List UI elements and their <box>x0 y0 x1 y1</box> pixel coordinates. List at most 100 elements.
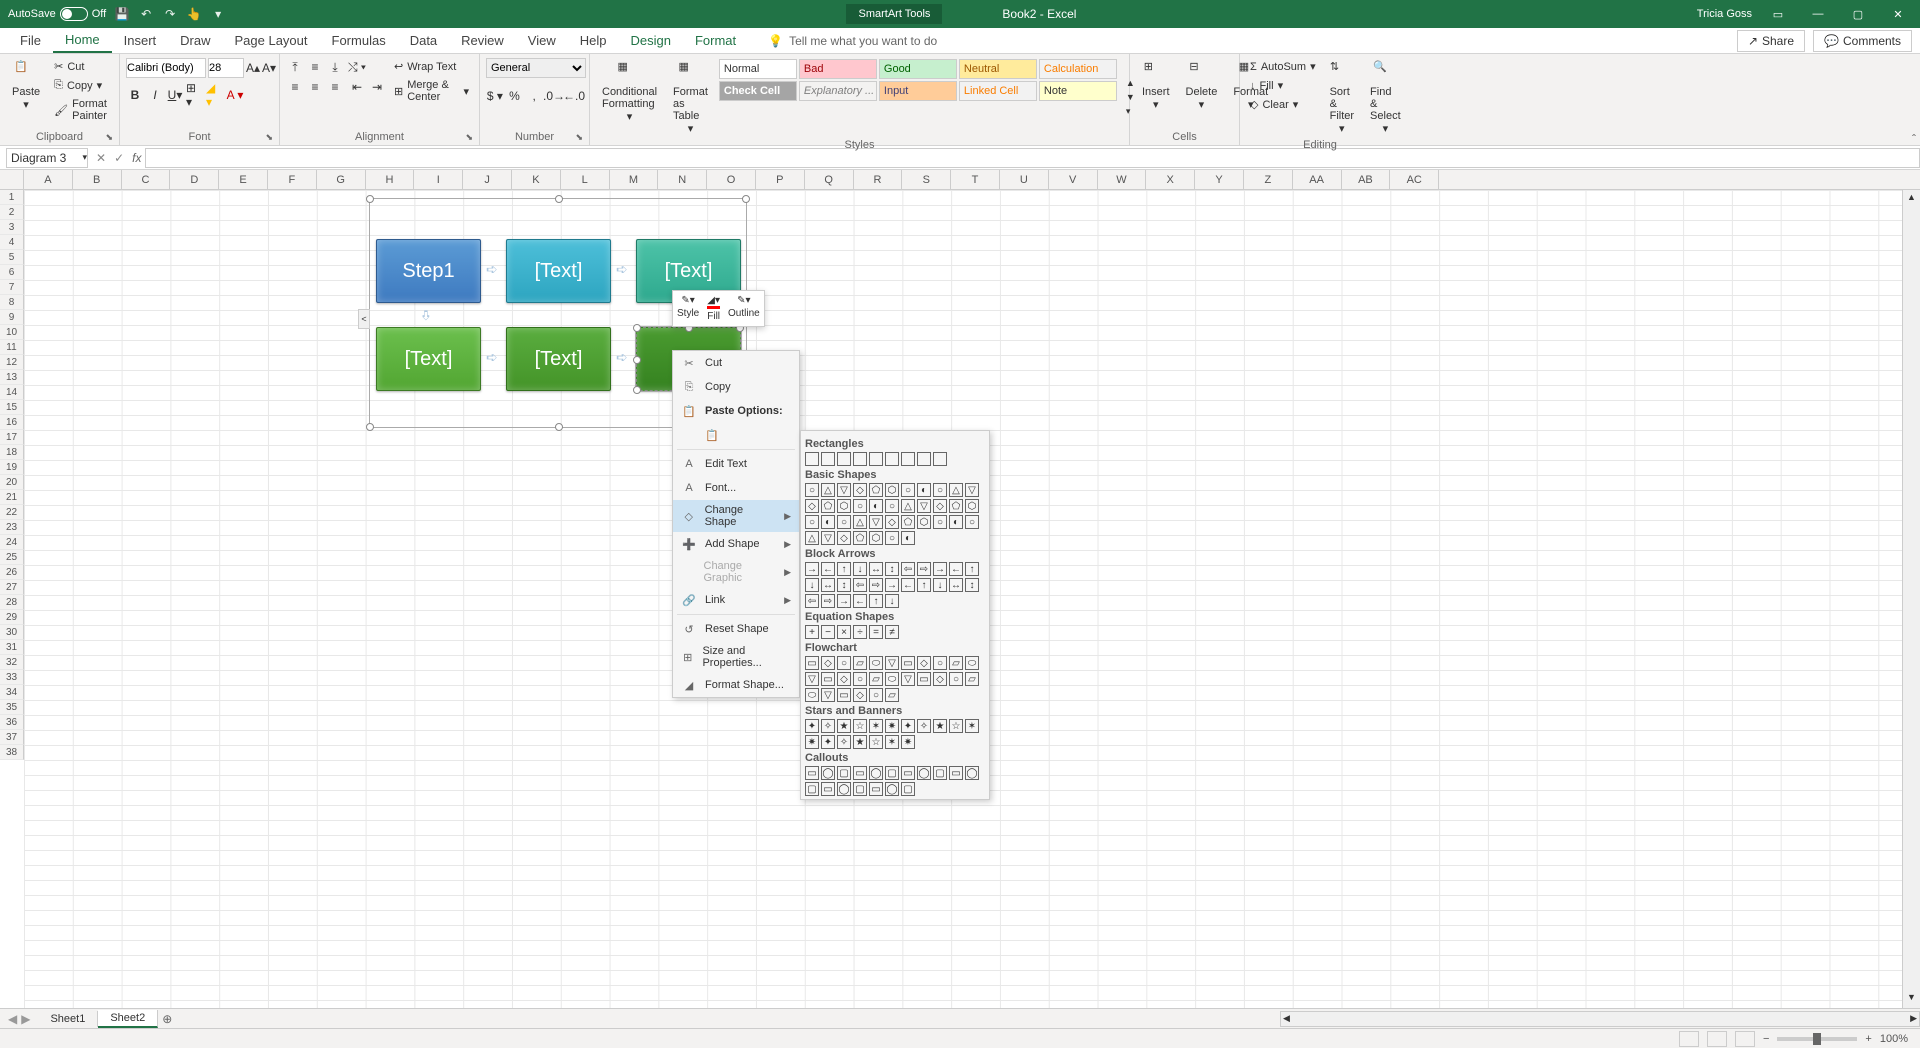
mini-style-button[interactable]: ✎▾Style <box>677 295 699 322</box>
shape-option[interactable]: ◇ <box>917 656 931 670</box>
shape-option[interactable]: ◇ <box>853 688 867 702</box>
shape-option[interactable]: ⬡ <box>869 531 883 545</box>
shape-option[interactable]: ⬡ <box>885 483 899 497</box>
column-header[interactable]: B <box>73 170 122 189</box>
bold-button[interactable]: B <box>126 85 144 105</box>
font-size-select[interactable] <box>208 58 244 78</box>
column-header[interactable]: AC <box>1390 170 1439 189</box>
shape-option[interactable]: △ <box>901 499 915 513</box>
shape-option[interactable]: ○ <box>949 672 963 686</box>
shape-option[interactable]: ↑ <box>917 578 931 592</box>
column-header[interactable]: D <box>170 170 219 189</box>
format-as-table-button[interactable]: ▦Format as Table ▾ <box>667 58 714 137</box>
row-header[interactable]: 14 <box>0 385 24 400</box>
close-icon[interactable]: ✕ <box>1884 4 1912 24</box>
shape-option[interactable]: ◯ <box>821 766 835 780</box>
row-header[interactable]: 10 <box>0 325 24 340</box>
shape-option[interactable]: ⬠ <box>949 499 963 513</box>
shape-option[interactable]: ↑ <box>837 562 851 576</box>
horizontal-scrollbar[interactable]: ◀ ▶ <box>1280 1011 1920 1027</box>
shape-option[interactable]: ↓ <box>933 578 947 592</box>
column-header[interactable]: Y <box>1195 170 1244 189</box>
tab-home[interactable]: Home <box>53 28 112 53</box>
shrink-font-icon[interactable]: A▾ <box>262 58 276 78</box>
row-header[interactable]: 27 <box>0 580 24 595</box>
shape-option[interactable]: ◇ <box>933 672 947 686</box>
align-top-icon[interactable]: ⤒ <box>286 58 304 76</box>
tab-format[interactable]: Format <box>683 29 748 52</box>
shape-option[interactable]: ▭ <box>901 656 915 670</box>
style-normal[interactable]: Normal <box>719 59 797 79</box>
tab-insert[interactable]: Insert <box>112 29 169 52</box>
underline-button[interactable]: U ▾ <box>166 85 184 105</box>
column-header[interactable]: C <box>122 170 171 189</box>
ctx-reset-shape[interactable]: ↺Reset Shape <box>673 617 799 641</box>
fill-color-button[interactable]: ◢ ▾ <box>206 85 224 105</box>
row-header[interactable]: 1 <box>0 190 24 205</box>
number-format-select[interactable]: General <box>486 58 586 78</box>
smartart-box-4[interactable]: [Text] <box>376 327 481 391</box>
text-pane-toggle[interactable]: < <box>358 309 370 329</box>
tell-me-search[interactable]: 💡 Tell me what you want to do <box>768 34 937 48</box>
column-header[interactable]: F <box>268 170 317 189</box>
shape-option[interactable]: ✧ <box>917 719 931 733</box>
shape-option[interactable]: ▭ <box>821 672 835 686</box>
decrease-decimal-icon[interactable]: ←.0 <box>565 86 583 106</box>
shape-option[interactable] <box>837 452 851 466</box>
shape-option[interactable]: ⬠ <box>821 499 835 513</box>
qat-more-icon[interactable]: ▾ <box>210 6 226 22</box>
shape-option[interactable]: ◯ <box>885 782 899 796</box>
zoom-in-icon[interactable]: + <box>1865 1033 1871 1045</box>
shape-option[interactable]: ◇ <box>853 483 867 497</box>
shape-option[interactable]: ← <box>853 594 867 608</box>
tab-help[interactable]: Help <box>568 29 619 52</box>
style-bad[interactable]: Bad <box>799 59 877 79</box>
row-header[interactable]: 25 <box>0 550 24 565</box>
row-header[interactable]: 17 <box>0 430 24 445</box>
shape-option[interactable]: ▽ <box>821 688 835 702</box>
zoom-level[interactable]: 100% <box>1880 1033 1908 1045</box>
shape-option[interactable]: − <box>821 625 835 639</box>
shape-option[interactable]: ▽ <box>821 531 835 545</box>
insert-cells-button[interactable]: ⊞Insert ▾ <box>1136 58 1176 129</box>
clipboard-launcher-icon[interactable]: ⬊ <box>105 132 113 143</box>
row-header[interactable]: 28 <box>0 595 24 610</box>
row-header[interactable]: 32 <box>0 655 24 670</box>
row-header[interactable]: 22 <box>0 505 24 520</box>
shape-option[interactable]: ⇨ <box>821 594 835 608</box>
shape-option[interactable]: ▽ <box>901 672 915 686</box>
column-header[interactable]: G <box>317 170 366 189</box>
shape-option[interactable]: ↓ <box>885 594 899 608</box>
wrap-text-button[interactable]: ↩Wrap Text <box>390 58 473 75</box>
shape-option[interactable]: ◇ <box>885 515 899 529</box>
shape-option[interactable]: △ <box>949 483 963 497</box>
shape-option[interactable]: ◇ <box>837 672 851 686</box>
shape-option[interactable]: ▭ <box>837 688 851 702</box>
shape-option[interactable]: ▭ <box>949 766 963 780</box>
shape-option[interactable]: ✶ <box>885 735 899 749</box>
smartart-box-1[interactable]: Step1 <box>376 239 481 303</box>
shape-option[interactable]: ✶ <box>869 719 883 733</box>
column-header[interactable]: O <box>707 170 756 189</box>
autosum-button[interactable]: ΣAutoSum ▾ <box>1246 58 1320 75</box>
page-layout-view-icon[interactable] <box>1707 1031 1727 1047</box>
shape-option[interactable]: ⇦ <box>853 578 867 592</box>
align-left-icon[interactable]: ≡ <box>286 78 304 96</box>
enter-formula-icon[interactable]: ✓ <box>114 151 124 165</box>
ctx-format-shape[interactable]: ◢Format Shape... <box>673 673 799 697</box>
shape-option[interactable]: ☆ <box>949 719 963 733</box>
ctx-link[interactable]: 🔗Link▶ <box>673 588 799 612</box>
shape-option[interactable]: ✦ <box>805 719 819 733</box>
shape-option[interactable]: × <box>837 625 851 639</box>
comma-icon[interactable]: , <box>525 86 543 106</box>
paste-button[interactable]: 📋 Paste▾ <box>6 58 46 129</box>
mini-outline-button[interactable]: ✎▾Outline <box>728 295 760 322</box>
tab-data[interactable]: Data <box>398 29 449 52</box>
tab-file[interactable]: File <box>8 29 53 52</box>
currency-icon[interactable]: $ ▾ <box>486 86 504 106</box>
shape-option[interactable]: ← <box>901 578 915 592</box>
shape-option[interactable]: ↓ <box>853 562 867 576</box>
column-header[interactable]: AA <box>1293 170 1342 189</box>
column-header[interactable]: K <box>512 170 561 189</box>
shape-option[interactable]: ▽ <box>917 499 931 513</box>
